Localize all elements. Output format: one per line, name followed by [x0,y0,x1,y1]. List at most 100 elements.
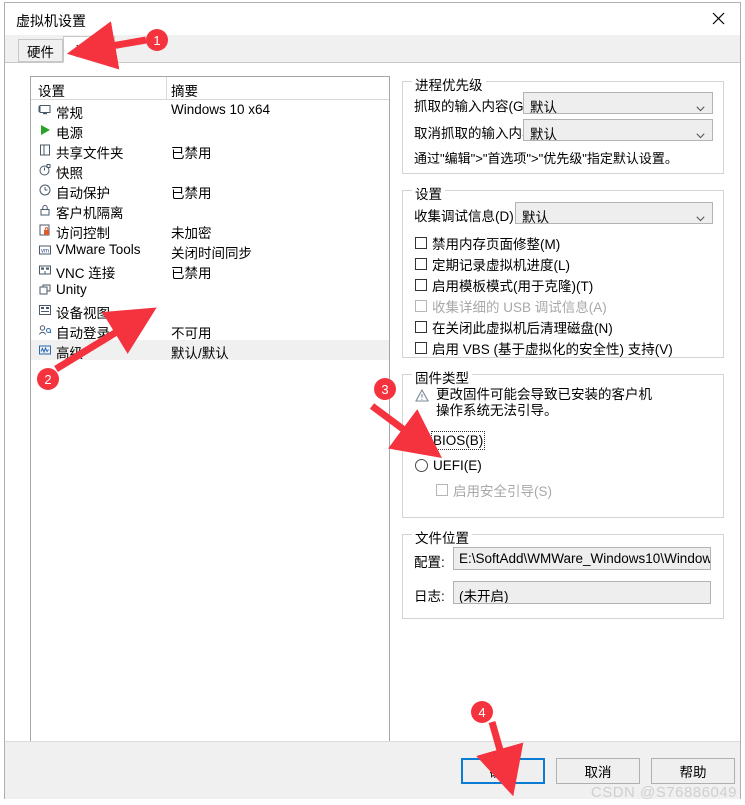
chevron-down-icon [696,210,705,222]
group-title: 进程优先级 [412,74,486,94]
device-view-icon [37,302,53,318]
list-item-advanced[interactable]: 高级 默认/默认 [31,340,389,361]
checkbox-label: 启用安全引导(S) [453,484,552,499]
ungrab-input-dropdown[interactable]: 默认 [523,119,713,142]
checkbox-secure-boot: 启用安全引导(S) [436,480,552,500]
checkbox-label: 收集详细的 USB 调试信息(A) [432,300,607,315]
title-bar: 虚拟机设置 [5,3,740,35]
close-icon[interactable] [696,3,740,33]
firmware-warning: 更改固件可能会导致已安装的客户机 操作系统无法引导。 [415,387,652,419]
list-item-snapshot[interactable]: 快照 [31,160,389,181]
chevron-down-icon [696,100,705,112]
checkbox-label: 在关闭此虚拟机后清理磁盘(N) [432,321,613,336]
debug-info-label: 收集调试信息(D): [414,209,518,224]
settings-list-header: 设置 摘要 [31,77,389,100]
list-item-label: 自动登录 [56,326,110,341]
ok-button[interactable]: 确定 [461,758,545,784]
checkbox-enable-vbs[interactable]: 启用 VBS (基于虚拟化的安全性) 支持(V) [415,338,673,358]
checkbox-box [415,279,427,291]
grab-input-dropdown[interactable]: 默认 [523,92,713,115]
checkbox-clean-disk-on-shutdown[interactable]: 在关闭此虚拟机后清理磁盘(N) [415,317,613,337]
checkbox-disable-memory-trim[interactable]: 禁用内存页面修整(M) [415,233,560,253]
config-path-label: 配置: [414,555,445,570]
list-item-power[interactable]: 电源 [31,120,389,141]
debug-info-dropdown[interactable]: 默认 [515,202,713,225]
process-priority-group: 进程优先级 抓取的输入内容(G): 默认 取消抓取的输入内容(U): 默认 通过… [402,74,724,174]
annotation-badge-4: 4 [471,701,493,723]
annotation-badge-3: 3 [374,378,396,400]
log-path-field[interactable]: (未开启) [453,581,711,604]
group-title: 文件位置 [412,527,472,547]
list-item-summary: Windows 10 x64 [171,102,271,117]
list-item-general[interactable]: 常规 Windows 10 x64 [31,100,389,121]
list-item-auto-login[interactable]: 自动登录 不可用 [31,320,389,341]
column-header-summary: 摘要 [171,84,198,99]
list-item-summary: 不可用 [171,326,212,341]
folder-share-icon [37,142,53,158]
checkbox-label: 启用模板模式(用于克隆)(T) [432,279,594,294]
options-panel: 进程优先级 抓取的输入内容(G): 默认 取消抓取的输入内容(U): 默认 通过… [402,73,724,685]
radio-bios[interactable]: BIOS(B) [415,430,486,450]
access-lock-icon [37,222,53,238]
list-item-label: 设备视图 [56,306,110,321]
list-item-unity[interactable]: Unity [31,280,389,300]
list-item-access-control[interactable]: 访问控制 未加密 [31,220,389,241]
checkbox-box [415,237,427,249]
vmware-tools-icon: vm [37,242,53,258]
list-item-guest-isolation[interactable]: 客户机隔离 [31,200,389,221]
column-header-setting: 设置 [38,84,65,99]
list-item-label: VMware Tools [56,242,141,257]
auto-login-icon [37,322,53,338]
tab-options[interactable]: 选项 [63,36,115,63]
checkbox-label: 定期记录虚拟机进度(L) [432,258,570,273]
tab-strip: 硬件 选项 [5,35,740,63]
list-item-summary: 已禁用 [171,186,212,201]
help-button[interactable]: 帮助 [651,758,735,784]
list-item-label: Unity [56,282,87,297]
window-title: 虚拟机设置 [16,13,86,29]
list-item-summary: 已禁用 [171,146,212,161]
cancel-button[interactable]: 取消 [556,758,640,784]
list-item-vnc[interactable]: VNC 连接 已禁用 [31,260,389,281]
tab-hardware[interactable]: 硬件 [18,39,63,62]
checkbox-box [436,484,448,496]
config-path-field[interactable]: E:\SoftAdd\WMWare_Windows10\Windows [453,547,711,570]
clock-icon [37,182,53,198]
svg-text:vm: vm [41,248,49,254]
priority-hint: 通过"编辑">"首选项">"优先级"指定默认设置。 [414,151,678,166]
grab-input-label: 抓取的输入内容(G): [414,99,532,114]
vm-settings-dialog: 虚拟机设置 硬件 选项 设置 摘要 常规 Windows 10 x64 电源 共… [4,2,741,799]
snapshot-icon [37,162,53,178]
list-item-label: 电源 [56,126,83,141]
radio-uefi[interactable]: UEFI(E) [415,455,482,475]
unity-icon [37,282,53,298]
debug-info-value: 默认 [522,210,549,225]
settings-list[interactable]: 设置 摘要 常规 Windows 10 x64 电源 共享文件夹 已禁用 快照 … [30,76,390,748]
checkbox-label: 禁用内存页面修整(M) [432,237,561,252]
list-item-summary: 已禁用 [171,266,212,281]
group-title: 设置 [412,183,445,203]
checkbox-box [415,321,427,333]
radio-label: UEFI(E) [433,457,482,473]
checkbox-box [415,300,427,312]
list-item-label: 常规 [56,106,83,121]
log-path-label: 日志: [414,589,445,604]
list-item-autoprotect[interactable]: 自动保护 已禁用 [31,180,389,201]
firmware-warning-text: 更改固件可能会导致已安装的客户机 操作系统无法引导。 [436,387,652,418]
advanced-icon [37,342,53,358]
watermark: CSDN @S76886049 [590,784,737,801]
list-item-label: 访问控制 [56,226,110,241]
list-item-label: VNC 连接 [56,266,116,281]
list-item-vmware-tools[interactable]: vm VMware Tools 关闭时间同步 [31,240,389,261]
list-item-summary: 未加密 [171,226,212,241]
list-item-device-view[interactable]: 设备视图 [31,300,389,321]
checkbox-template-mode[interactable]: 启用模板模式(用于克隆)(T) [415,275,593,295]
file-location-group: 文件位置 配置: E:\SoftAdd\WMWare_Windows10\Win… [402,527,724,619]
list-item-summary: 默认/默认 [171,346,229,361]
radio-label: BIOS(B) [430,430,486,450]
checkbox-log-vm-progress[interactable]: 定期记录虚拟机进度(L) [415,254,570,274]
list-item-shared-folders[interactable]: 共享文件夹 已禁用 [31,140,389,161]
firmware-type-group: 固件类型 更改固件可能会导致已安装的客户机 操作系统无法引导。 BIOS(B) … [402,367,724,518]
play-icon [37,122,53,138]
vnc-icon [37,262,53,278]
